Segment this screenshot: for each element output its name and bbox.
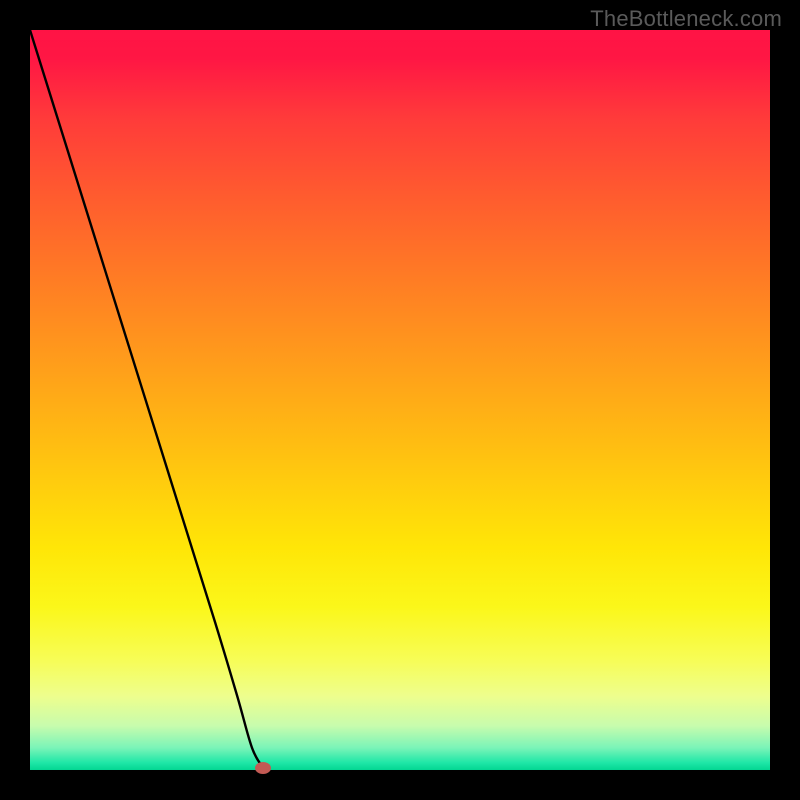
chart-frame: TheBottleneck.com: [0, 0, 800, 800]
optimal-point-marker: [255, 762, 271, 774]
watermark-text: TheBottleneck.com: [590, 6, 782, 32]
bottleneck-curve: [30, 30, 770, 770]
plot-area: [30, 30, 770, 770]
